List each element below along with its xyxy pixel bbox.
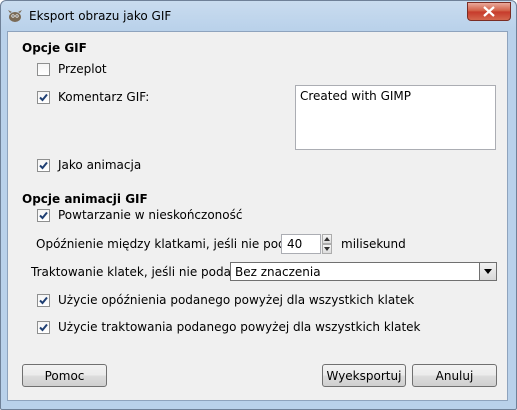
disposal-select[interactable]: Bez znaczenia — [230, 262, 497, 281]
export-gif-dialog: Eksport obrazu jako GIF Opcje GIF Przepl… — [0, 0, 517, 410]
gif-comment-textarea[interactable]: Created with GIMP — [295, 85, 496, 150]
delay-label: Opóźnienie między klatkami, jeśli nie po… — [36, 237, 312, 251]
loop-forever-checkbox[interactable] — [37, 208, 50, 222]
arrow-down-icon — [324, 247, 330, 251]
disposal-label: Traktowanie klatek, jeśli nie podano: — [31, 265, 250, 279]
use-delay-label: Użycie opóźnienia podanego powyżej dla w… — [58, 293, 415, 307]
delay-spin-buttons[interactable] — [322, 234, 332, 254]
loop-forever-label: Powtarzanie w nieskończoność — [58, 208, 243, 222]
gif-comment-checkbox[interactable] — [37, 90, 50, 104]
as-animation-checkbox[interactable] — [37, 158, 50, 172]
gif-comment-label: Komentarz GIF: — [58, 90, 150, 104]
dialog-content: Opcje GIF Przeplot Komentarz GIF: Create… — [7, 31, 508, 401]
checkmark-icon — [39, 161, 48, 169]
arrow-up-icon — [324, 237, 330, 241]
animation-options-heading: Opcje animacji GIF — [22, 192, 148, 206]
checkmark-icon — [39, 93, 48, 101]
as-animation-label: Jako animacja — [58, 158, 142, 172]
spin-up-button[interactable] — [322, 234, 332, 244]
use-disposal-label: Użycie traktowania podanego powyżej dla … — [58, 320, 421, 334]
delay-input[interactable]: 40 — [281, 234, 321, 254]
use-disposal-option[interactable]: Użycie traktowania podanego powyżej dla … — [37, 320, 421, 334]
close-icon — [483, 6, 495, 17]
delay-unit: milisekund — [341, 237, 406, 251]
delay-row: Opóźnienie między klatkami, jeśli nie po… — [36, 237, 312, 251]
interlace-checkbox[interactable] — [37, 62, 50, 76]
gif-options-heading: Opcje GIF — [22, 41, 87, 55]
interlace-option[interactable]: Przeplot — [37, 62, 107, 76]
chevron-down-icon — [484, 269, 492, 274]
close-button[interactable] — [467, 2, 511, 21]
loop-forever-option[interactable]: Powtarzanie w nieskończoność — [37, 208, 242, 222]
checkmark-icon — [39, 211, 48, 219]
export-button[interactable]: Wyeksportuj — [322, 364, 406, 387]
dropdown-button[interactable] — [479, 263, 496, 280]
use-delay-checkbox[interactable] — [37, 293, 50, 307]
help-button[interactable]: Pomoc — [22, 364, 107, 387]
gif-comment-option[interactable]: Komentarz GIF: — [37, 90, 149, 104]
disposal-selected-value: Bez znaczenia — [235, 265, 321, 279]
use-disposal-checkbox[interactable] — [37, 320, 50, 334]
use-delay-option[interactable]: Użycie opóźnienia podanego powyżej dla w… — [37, 293, 414, 307]
disposal-row: Traktowanie klatek, jeśli nie podano: — [31, 265, 250, 279]
spin-down-button[interactable] — [322, 244, 332, 254]
checkmark-icon — [39, 323, 48, 331]
gimp-icon — [7, 8, 23, 24]
cancel-button[interactable]: Anuluj — [412, 364, 497, 387]
interlace-label: Przeplot — [58, 62, 107, 76]
as-animation-option[interactable]: Jako animacja — [37, 158, 141, 172]
checkmark-icon — [39, 296, 48, 304]
title-bar[interactable]: Eksport obrazu jako GIF — [1, 1, 516, 31]
window-title: Eksport obrazu jako GIF — [29, 9, 172, 23]
delay-spinner[interactable]: 40 milisekund — [281, 234, 406, 254]
